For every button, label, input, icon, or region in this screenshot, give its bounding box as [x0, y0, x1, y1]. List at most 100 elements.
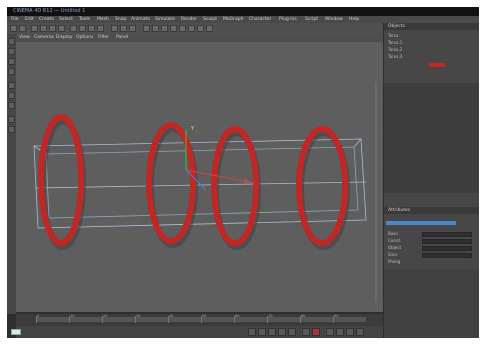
z-axis-icon[interactable]	[88, 25, 95, 32]
play-icon[interactable]	[268, 328, 276, 336]
attribute-tab-active[interactable]	[386, 221, 456, 225]
viewport-grid	[16, 42, 383, 312]
attribute-tab[interactable]: Phong	[388, 259, 400, 264]
cube-icon[interactable]	[143, 25, 150, 32]
render-view-icon[interactable]	[111, 25, 118, 32]
attribute-tab[interactable]: Basic	[388, 231, 399, 236]
menu-select[interactable]: Select	[59, 17, 73, 22]
attribute-field[interactable]	[422, 253, 472, 258]
object-row[interactable]: Torus	[388, 33, 398, 38]
floor-icon[interactable]	[188, 25, 195, 32]
menu-help[interactable]: Help	[349, 17, 359, 22]
attribute-tab[interactable]: Coord.	[388, 238, 401, 243]
object-row[interactable]: Torus.3	[388, 54, 402, 59]
attributes-empty-area	[384, 269, 479, 338]
rotation-key-icon[interactable]	[356, 328, 364, 336]
go-to-end-icon[interactable]	[288, 328, 296, 336]
scale-key-icon[interactable]	[346, 328, 354, 336]
viewport-menu-view[interactable]: View	[19, 35, 30, 40]
window-title: CINEMA 4D R12 — Untitled 1	[13, 8, 86, 14]
attribute-tab[interactable]: Object	[388, 245, 401, 250]
attribute-field[interactable]	[422, 239, 472, 244]
object-row[interactable]: Torus.2	[388, 47, 402, 52]
attribute-tab[interactable]: Slice	[388, 252, 397, 257]
viewport-menu-filter[interactable]: Filter	[98, 35, 109, 40]
menu-simulate[interactable]: Simulate	[155, 17, 175, 22]
rotate-icon[interactable]	[58, 25, 65, 32]
model-mode-icon[interactable]	[8, 48, 15, 55]
render-picture-viewer-icon[interactable]	[120, 25, 127, 32]
attribute-tab-label: Object	[388, 245, 402, 250]
menu-plugins[interactable]: Plug-ins	[279, 17, 297, 22]
material-preview-icon[interactable]	[11, 329, 21, 335]
menu-script[interactable]: Script	[305, 17, 318, 22]
move-icon[interactable]	[40, 25, 47, 32]
menu-file[interactable]: File	[11, 17, 19, 22]
make-editable-icon[interactable]	[8, 38, 15, 45]
menu-render[interactable]: Render	[181, 17, 197, 22]
attribute-tab-label: Slice	[388, 252, 398, 257]
next-frame-icon[interactable]	[278, 328, 286, 336]
position-key-icon[interactable]	[336, 328, 344, 336]
menu-snap[interactable]: Snap	[115, 17, 126, 22]
axis-mode-icon[interactable]	[8, 68, 15, 75]
object-row[interactable]: Torus.1	[388, 40, 402, 45]
object-row-label: Torus.3	[388, 54, 403, 59]
attribute-field[interactable]	[422, 246, 472, 251]
edges-mode-icon[interactable]	[8, 92, 15, 99]
timeline[interactable]: 0 10 20 30 40 50 60 70 80 90	[16, 314, 383, 326]
menu-sculpt[interactable]: Sculpt	[203, 17, 217, 22]
attribute-field[interactable]	[422, 232, 472, 237]
timeline-tick-label: 80	[301, 314, 306, 318]
object-manager-header: Objects	[384, 23, 479, 30]
material-tag-icon[interactable]	[429, 63, 445, 67]
perspective-viewport[interactable]: Y	[16, 42, 383, 312]
pen-icon[interactable]	[152, 25, 159, 32]
timeline-tick-label: 0	[37, 314, 40, 318]
transport-bar	[16, 326, 383, 338]
redo-icon[interactable]	[19, 25, 26, 32]
previous-frame-icon[interactable]	[258, 328, 266, 336]
record-icon[interactable]	[302, 328, 310, 336]
keyframe-selection-icon[interactable]	[326, 328, 334, 336]
timeline-tick-label: 70	[268, 314, 273, 318]
menu-animate[interactable]: Animate	[131, 17, 150, 22]
workplane-icon[interactable]	[8, 126, 15, 133]
autokey-icon[interactable]	[312, 328, 320, 336]
polygons-mode-icon[interactable]	[8, 102, 15, 109]
points-mode-icon[interactable]	[8, 82, 15, 89]
timeline-tick-label: 20	[103, 314, 108, 318]
viewport-menu-cameras[interactable]: Cameras	[34, 35, 54, 40]
attribute-tab-label: Coord.	[388, 238, 402, 243]
menu-edit[interactable]: Edit	[25, 17, 34, 22]
deformer-icon[interactable]	[179, 25, 186, 32]
coord-system-icon[interactable]	[97, 25, 104, 32]
y-axis-icon[interactable]	[79, 25, 86, 32]
texture-mode-icon[interactable]	[8, 58, 15, 65]
viewport-menu-options[interactable]: Options	[76, 35, 93, 40]
attributes-header: Attributes	[384, 207, 479, 214]
left-toolbar	[7, 34, 16, 314]
menu-character[interactable]: Character	[249, 17, 271, 22]
go-to-start-icon[interactable]	[248, 328, 256, 336]
camera-icon[interactable]	[197, 25, 204, 32]
menu-tools[interactable]: Tools	[79, 17, 90, 22]
menu-mograph[interactable]: MoGraph	[223, 17, 243, 22]
menu-window[interactable]: Window	[325, 17, 343, 22]
timeline-tick-label: 30	[136, 314, 141, 318]
viewport-scene	[16, 42, 383, 312]
viewport-menu-panel[interactable]: Panel	[116, 35, 128, 40]
live-select-icon[interactable]	[31, 25, 38, 32]
light-icon[interactable]	[206, 25, 213, 32]
snap-icon[interactable]	[8, 116, 15, 123]
render-settings-icon[interactable]	[129, 25, 136, 32]
menu-create[interactable]: Create	[39, 17, 54, 22]
y-axis-label: Y	[191, 126, 195, 132]
undo-icon[interactable]	[10, 25, 17, 32]
x-axis-icon[interactable]	[70, 25, 77, 32]
scale-icon[interactable]	[49, 25, 56, 32]
subdivision-icon[interactable]	[161, 25, 168, 32]
array-icon[interactable]	[170, 25, 177, 32]
menu-mesh[interactable]: Mesh	[97, 17, 109, 22]
viewport-menu-display[interactable]: Display	[56, 35, 73, 40]
